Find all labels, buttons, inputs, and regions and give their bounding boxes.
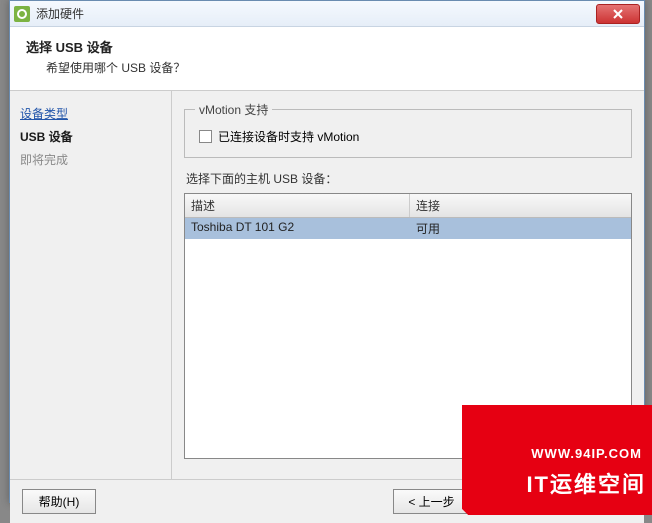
vmotion-checkbox-row[interactable]: 已连接设备时支持 vMotion — [195, 126, 621, 147]
step-usb-device: USB 设备 — [20, 126, 161, 147]
vmotion-group: vMotion 支持 已连接设备时支持 vMotion — [184, 101, 632, 158]
cell-connection: 可用 — [410, 218, 631, 239]
wizard-heading: 选择 USB 设备 — [26, 37, 628, 56]
wizard-footer: 帮助(H) < 上一步 下一步 > 取消 — [10, 479, 644, 523]
close-icon — [613, 9, 623, 19]
step-ready-complete: 即将完成 — [20, 149, 161, 170]
titlebar[interactable]: 添加硬件 — [10, 1, 644, 27]
cell-description: Toshiba DT 101 G2 — [185, 218, 410, 239]
app-icon — [14, 6, 30, 22]
wizard-steps: 设备类型 USB 设备 即将完成 — [10, 91, 172, 479]
table-row[interactable]: Toshiba DT 101 G2 可用 — [185, 218, 631, 239]
window-title: 添加硬件 — [36, 5, 596, 22]
vmotion-legend: vMotion 支持 — [195, 101, 272, 118]
usb-device-table: 描述 连接 Toshiba DT 101 G2 可用 — [184, 193, 632, 459]
close-button[interactable] — [596, 4, 640, 24]
col-connection[interactable]: 连接 — [410, 194, 631, 217]
wizard-body: 设备类型 USB 设备 即将完成 vMotion 支持 已连接设备时支持 vMo… — [10, 91, 644, 479]
cancel-button[interactable]: 取消 — [558, 489, 632, 514]
add-hardware-dialog: 添加硬件 选择 USB 设备 希望使用哪个 USB 设备？ 设备类型 USB 设… — [9, 0, 645, 503]
col-description[interactable]: 描述 — [185, 194, 410, 217]
main-panel: vMotion 支持 已连接设备时支持 vMotion 选择下面的主机 USB … — [172, 91, 644, 479]
wizard-header: 选择 USB 设备 希望使用哪个 USB 设备？ — [10, 27, 644, 91]
table-header: 描述 连接 — [185, 194, 631, 218]
wizard-subheading: 希望使用哪个 USB 设备？ — [46, 59, 628, 76]
help-button[interactable]: 帮助(H) — [22, 489, 96, 514]
vmotion-checkbox[interactable] — [199, 130, 212, 143]
step-device-type[interactable]: 设备类型 — [20, 103, 161, 124]
vmotion-checkbox-label: 已连接设备时支持 vMotion — [218, 128, 359, 145]
table-instruction: 选择下面的主机 USB 设备： — [186, 170, 632, 187]
next-button[interactable]: 下一步 > — [476, 489, 552, 514]
back-button[interactable]: < 上一步 — [393, 489, 469, 514]
